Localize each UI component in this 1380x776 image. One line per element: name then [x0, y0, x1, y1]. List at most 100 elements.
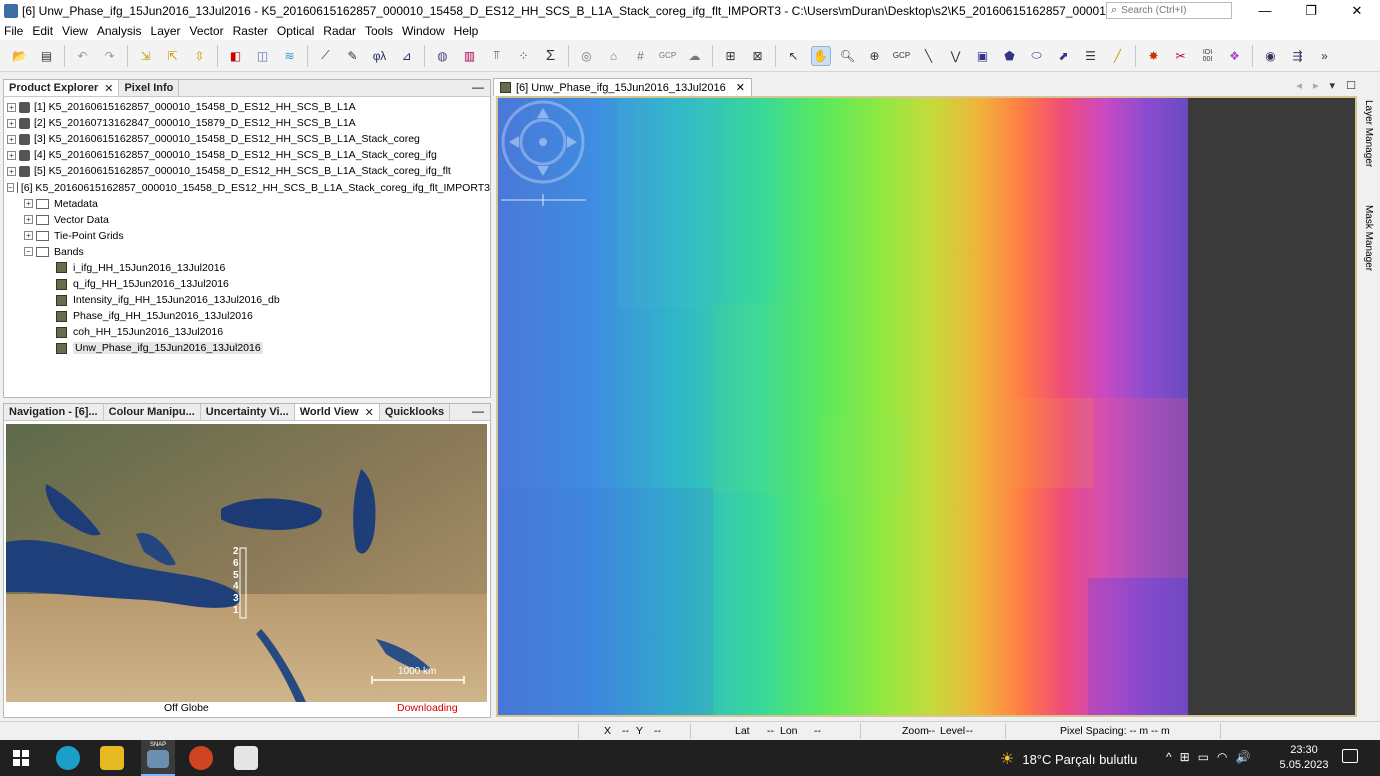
group-vector-data[interactable]: + Vector Data	[4, 212, 490, 228]
gcp-icon[interactable]: GCP	[658, 46, 678, 66]
menu-file[interactable]: File	[4, 24, 23, 38]
product-5[interactable]: + [5] K5_20160615162857_000010_15458_D_ES…	[4, 163, 490, 179]
export-2-icon[interactable]: ⇳	[190, 46, 210, 66]
minimize-panel-icon[interactable]: —	[472, 80, 484, 94]
rgb-image-icon[interactable]: ◧	[226, 46, 246, 66]
binary-icon[interactable]: IOI 00I	[1198, 46, 1218, 66]
menu-tools[interactable]: Tools	[365, 24, 393, 38]
tab-list-icon[interactable]: ▾	[1330, 80, 1336, 92]
show-hidden-icons[interactable]: ^	[1166, 750, 1172, 764]
menu-analysis[interactable]: Analysis	[97, 24, 142, 38]
group-metadata[interactable]: + Metadata	[4, 196, 490, 212]
ellipse-tool-icon[interactable]: ⬭	[1027, 46, 1047, 66]
volume-icon[interactable]: 🔊	[1236, 750, 1251, 764]
taskview-icon[interactable]: ⊞	[1180, 750, 1190, 764]
close-icon[interactable]: ✕	[736, 81, 745, 94]
band-item-selected[interactable]: Unw_Phase_ifg_15Jun2016_13Jul2016	[4, 340, 490, 356]
menu-optical[interactable]: Optical	[277, 24, 314, 38]
scroll-right-icon[interactable]: ▸	[1313, 80, 1319, 92]
magic-wand-icon[interactable]: ☰	[1081, 46, 1101, 66]
pin-placing-icon[interactable]: ⊕	[865, 46, 885, 66]
product-2[interactable]: + [2] K5_20160713162847_000010_15879_D_ES…	[4, 115, 490, 131]
spectrum-icon[interactable]: ⊿	[397, 46, 417, 66]
zoom-tool-icon[interactable]: 🔍︎	[838, 46, 858, 66]
windows-start-icon[interactable]	[13, 750, 29, 766]
minimize-panel-icon[interactable]: —	[472, 404, 484, 418]
menu-edit[interactable]: Edit	[32, 24, 53, 38]
band-item[interactable]: i_ifg_HH_15Jun2016_13Jul2016	[4, 260, 490, 276]
expand-icon[interactable]: +	[7, 166, 16, 176]
redo-icon[interactable]: ↷	[100, 46, 120, 66]
globe-info-icon[interactable]: ◍	[433, 46, 453, 66]
pan-tool-icon[interactable]: ✋	[810, 45, 831, 66]
range-finder-icon[interactable]: ⬈	[1054, 46, 1074, 66]
expand-icon[interactable]: +	[24, 231, 33, 241]
clock[interactable]: 23:30 5.05.2023	[1278, 743, 1330, 773]
maximize-view-icon[interactable]: ☐	[1346, 80, 1356, 92]
toolbar-more-icon[interactable]: »	[1315, 46, 1335, 66]
profile-plot-icon[interactable]: ⟋	[316, 46, 336, 66]
tab-navigation[interactable]: Navigation - [6]...	[4, 404, 104, 420]
polygon-tool-icon[interactable]: ⬟	[1000, 46, 1020, 66]
tab-world-view[interactable]: World View ✕	[294, 404, 380, 420]
band-item[interactable]: Intensity_ifg_HH_15Jun2016_13Jul2016_db	[4, 292, 490, 308]
sync-cursor-icon[interactable]: ⊠	[748, 46, 768, 66]
cloud-icon[interactable]: ☁	[685, 46, 705, 66]
product-3[interactable]: + [3] K5_20160615162857_000010_15458_D_ES…	[4, 131, 490, 147]
tab-product-explorer[interactable]: Product Explorer ✕	[4, 80, 120, 96]
export-icon[interactable]: ⇱	[163, 46, 183, 66]
powerpoint-icon[interactable]	[189, 746, 213, 770]
rectangle-tool-icon[interactable]: ▣	[973, 46, 993, 66]
mask-manager-tab[interactable]: Mask Manager	[1363, 205, 1374, 271]
expand-icon[interactable]: +	[24, 199, 33, 209]
cross-icon[interactable]: ✂	[1171, 46, 1191, 66]
star-icon[interactable]: ✸	[1144, 46, 1164, 66]
sum-icon[interactable]: Σ	[541, 46, 561, 66]
select-tool-icon[interactable]: ↖	[784, 46, 804, 66]
collapse-icon[interactable]: −	[24, 247, 33, 257]
world-map-icon[interactable]: ◉	[1261, 46, 1281, 66]
group-tie-point-grids[interactable]: + Tie-Point Grids	[4, 228, 490, 244]
close-icon[interactable]: ✕	[104, 82, 113, 95]
grid-icon[interactable]: #	[631, 46, 651, 66]
file-explorer-icon[interactable]	[100, 746, 124, 770]
layers-icon[interactable]: ◎	[577, 46, 597, 66]
notifications-icon[interactable]	[1342, 749, 1358, 763]
world-map[interactable]: 2 6 5 4 3 1 1000 km	[6, 424, 487, 702]
import-icon[interactable]: ⇲	[136, 46, 156, 66]
sync-views-icon[interactable]: ⊞	[721, 46, 741, 66]
search-input[interactable]: ⌕ Search (Ctrl+I)	[1106, 2, 1232, 19]
band-item[interactable]: coh_HH_15Jun2016_13Jul2016	[4, 324, 490, 340]
scroll-left-icon[interactable]: ◂	[1296, 80, 1302, 92]
wave-icon[interactable]: ≋	[280, 46, 300, 66]
cluster-icon[interactable]: ❖	[1225, 46, 1245, 66]
tab-uncertainty[interactable]: Uncertainty Vi...	[201, 404, 295, 420]
line-tool-icon[interactable]: ╲	[919, 46, 939, 66]
product-1[interactable]: + [1] K5_20160615162857_000010_15458_D_ES…	[4, 99, 490, 115]
menu-radar[interactable]: Radar	[323, 24, 356, 38]
scatter-edit-icon[interactable]: ✎	[343, 46, 363, 66]
menu-layer[interactable]: Layer	[151, 24, 181, 38]
save-product-icon[interactable]: ▤	[37, 46, 57, 66]
tab-pixel-info[interactable]: Pixel Info	[119, 80, 180, 96]
band-item[interactable]: q_ifg_HH_15Jun2016_13Jul2016	[4, 276, 490, 292]
product-6[interactable]: − [6] K5_20160615162857_000010_15458_D_ES…	[4, 179, 490, 195]
menu-raster[interactable]: Raster	[233, 24, 268, 38]
group-bands[interactable]: − Bands	[4, 244, 490, 260]
snipping-tool-icon[interactable]	[234, 746, 258, 770]
wifi-icon[interactable]: ◠	[1217, 750, 1227, 764]
menu-window[interactable]: Window	[402, 24, 445, 38]
menu-vector[interactable]: Vector	[190, 24, 224, 38]
mask-icon[interactable]: ◫	[253, 46, 273, 66]
open-product-icon[interactable]: 📂	[10, 46, 30, 66]
band-item[interactable]: Phase_ifg_HH_15Jun2016_13Jul2016	[4, 308, 490, 324]
tab-image-view[interactable]: [6] Unw_Phase_ifg_15Jun2016_13Jul2016 ✕	[493, 78, 752, 96]
gcp-placing-icon[interactable]: GCP	[892, 46, 912, 66]
collapse-icon[interactable]: −	[7, 183, 14, 193]
menu-help[interactable]: Help	[454, 24, 479, 38]
battery-icon[interactable]: ▭	[1198, 750, 1209, 764]
expand-icon[interactable]: +	[7, 150, 16, 160]
product-4[interactable]: + [4] K5_20160615162857_000010_15458_D_ES…	[4, 147, 490, 163]
tab-quicklooks[interactable]: Quicklooks	[380, 404, 451, 420]
phi-lambda-icon[interactable]: φλ	[370, 46, 390, 66]
